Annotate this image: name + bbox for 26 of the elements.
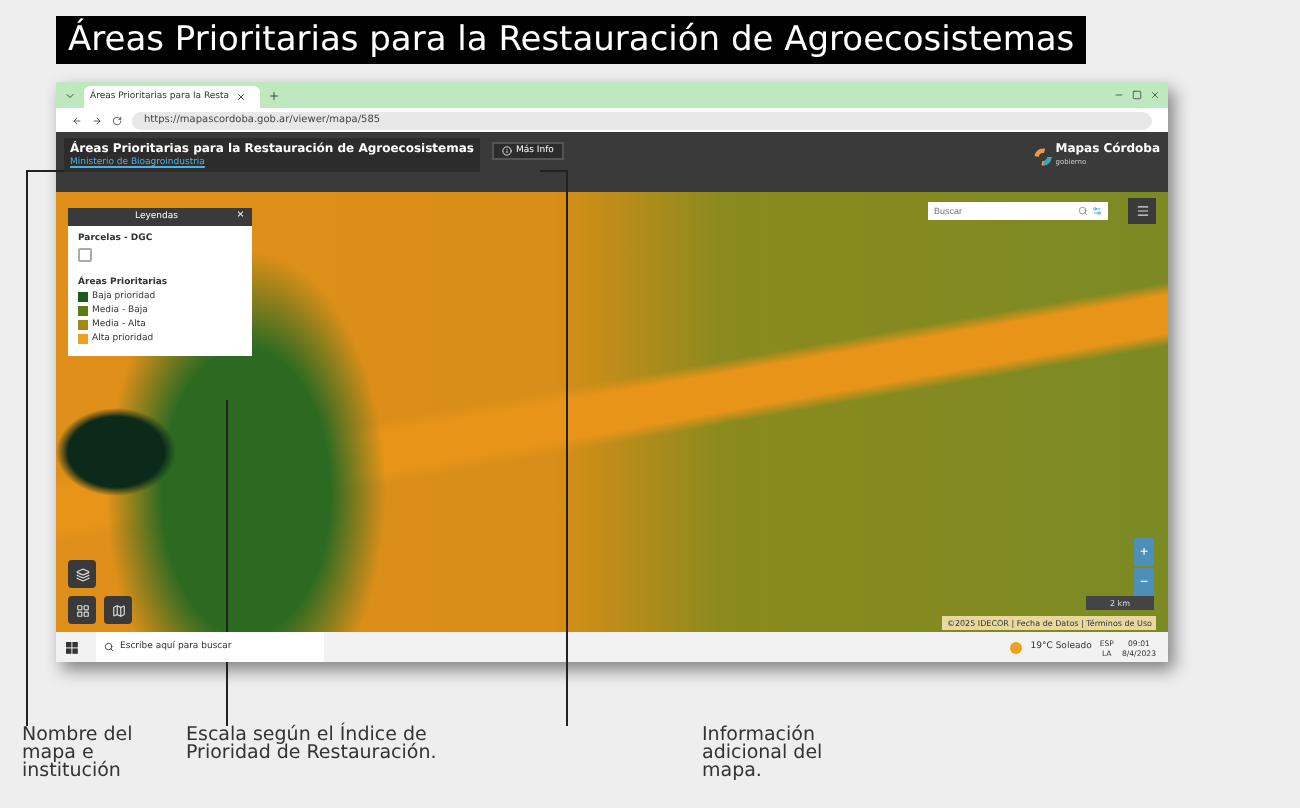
grid-icon xyxy=(75,603,89,617)
caption-text: Escala según el Índice de Prioridad de Restauración. xyxy=(186,726,439,768)
maximize-icon xyxy=(1132,90,1142,100)
reload-icon xyxy=(112,115,122,125)
minimize-icon xyxy=(1114,90,1124,100)
logo-icon xyxy=(1033,147,1052,165)
layer-checkbox[interactable] xyxy=(78,248,92,262)
caption-text: Información adicional del mapa. xyxy=(702,726,825,780)
map-button[interactable] xyxy=(104,596,132,624)
caption-text: Nombre del mapa e institución xyxy=(22,726,135,780)
search-icon xyxy=(104,642,114,652)
back-icon xyxy=(72,115,82,125)
info-icon xyxy=(502,146,512,156)
chevron-down-icon xyxy=(64,89,76,101)
grid-button[interactable] xyxy=(68,596,96,624)
sun-icon xyxy=(1010,641,1023,653)
plus-icon xyxy=(268,89,280,101)
layers-icon xyxy=(75,567,89,581)
menu-icon xyxy=(1135,204,1149,218)
map-icon xyxy=(111,603,125,617)
filter-icon xyxy=(1092,206,1102,216)
search-icon xyxy=(1078,206,1088,216)
menu-button[interactable] xyxy=(1128,198,1156,224)
forward-icon xyxy=(92,115,102,125)
layers-button[interactable] xyxy=(68,560,96,588)
page-title: Áreas Prioritarias para la Restauración de Agroecosistemas xyxy=(56,16,1087,64)
